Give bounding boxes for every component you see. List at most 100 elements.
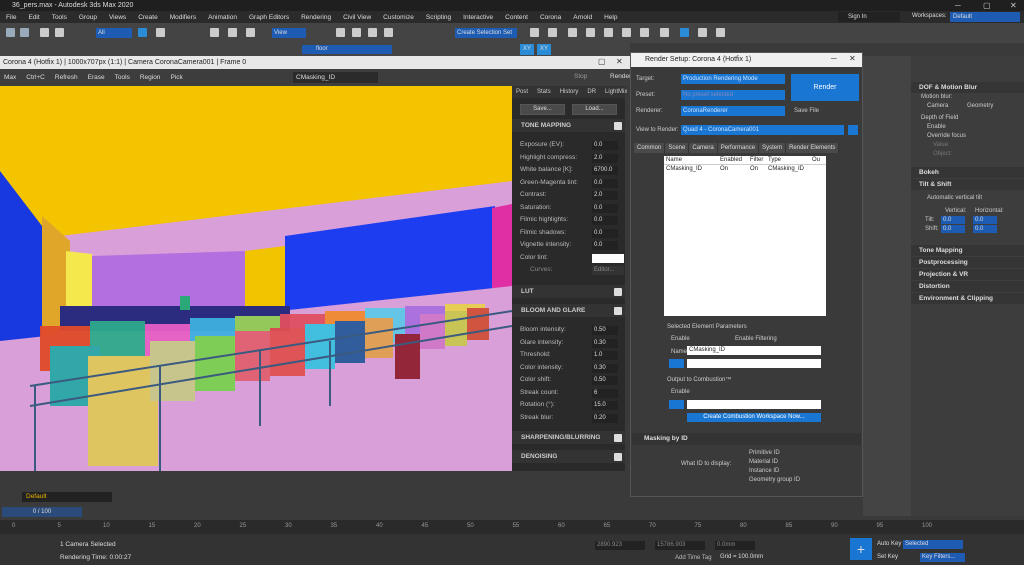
vfb-render-button[interactable]: Render xyxy=(610,73,631,80)
rs-tab-render-elements[interactable]: Render Elements xyxy=(786,143,840,153)
enable-checkbox[interactable]: Enable xyxy=(671,336,690,342)
combustion-path-button[interactable] xyxy=(669,400,684,409)
percent-snap-icon[interactable] xyxy=(368,28,377,37)
set-key-icon[interactable]: + xyxy=(850,538,872,560)
rs-close-icon[interactable]: ✕ xyxy=(849,54,856,63)
param-value-input[interactable]: 15.0 xyxy=(592,401,618,410)
vfb-close-icon[interactable]: ✕ xyxy=(616,57,623,66)
param-value-input[interactable]: 1.0 xyxy=(592,351,618,360)
snaps-icon[interactable] xyxy=(336,28,345,37)
tab-dr[interactable]: DR xyxy=(583,89,600,95)
target-select[interactable]: Production Rendering Mode xyxy=(681,74,785,84)
preset-select[interactable]: No preset selected xyxy=(681,90,785,100)
menu-help[interactable]: Help xyxy=(598,14,623,21)
param-value-input[interactable]: 2.0 xyxy=(592,153,618,163)
align-icon[interactable] xyxy=(548,28,557,37)
param-value-input[interactable]: 0.50 xyxy=(592,326,618,335)
render-button[interactable]: Render xyxy=(791,74,859,101)
combustion-path-input[interactable] xyxy=(687,400,821,409)
curves-editor-button[interactable]: Editor... xyxy=(592,266,624,275)
denoising-header[interactable]: DENOISING xyxy=(512,450,625,463)
param-value-input[interactable]: 0.0 xyxy=(592,216,618,225)
param-value-input[interactable]: 6 xyxy=(592,388,618,398)
move-icon[interactable] xyxy=(210,28,219,37)
param-value-input[interactable]: 0.50 xyxy=(592,376,618,385)
menu-corona[interactable]: Corona xyxy=(534,14,567,21)
select-by-name-icon[interactable] xyxy=(156,28,165,37)
menu-group[interactable]: Group xyxy=(73,14,103,21)
element-path-input[interactable] xyxy=(687,359,821,368)
geometry-checkbox[interactable]: Geometry xyxy=(967,103,993,109)
selection-set-select[interactable]: Create Selection Set xyxy=(455,28,517,38)
material-editor-icon[interactable] xyxy=(640,28,649,37)
section-tone-mapping[interactable]: Tone Mapping xyxy=(911,245,1024,256)
close-icon[interactable]: ✕ xyxy=(1010,0,1017,11)
element-name-input[interactable]: CMasking_ID xyxy=(687,346,821,355)
sharpening-checkbox[interactable] xyxy=(614,434,622,442)
menu-tools[interactable]: Tools xyxy=(46,14,73,21)
override-focus-checkbox[interactable]: Override focus xyxy=(927,133,966,139)
scene-explorer-icon[interactable] xyxy=(568,28,577,37)
vfb-tool-6[interactable]: Pick xyxy=(166,74,186,81)
id-option-radio[interactable]: Geometry group ID xyxy=(749,477,800,483)
xy-constraint-button[interactable]: XY xyxy=(537,44,551,55)
combustion-enable-checkbox[interactable]: Enable xyxy=(671,389,690,395)
unlink-icon[interactable] xyxy=(55,28,64,37)
param-value-input[interactable]: 0.0 xyxy=(592,141,618,150)
id-option-radio[interactable]: Instance ID xyxy=(749,468,779,474)
section-postprocessing[interactable]: Postprocessing xyxy=(911,257,1024,268)
sign-in-button[interactable]: Sign In xyxy=(838,12,900,22)
angle-snap-icon[interactable] xyxy=(352,28,361,37)
lut-checkbox[interactable] xyxy=(614,288,622,296)
z-coordinate[interactable]: 0.0mm xyxy=(715,541,755,550)
enable-filtering-checkbox[interactable]: Enable Filtering xyxy=(735,336,777,342)
auto-tilt-checkbox[interactable]: Automatic vertical tilt xyxy=(927,195,982,201)
tone-mapping-checkbox[interactable] xyxy=(614,122,622,130)
denoising-checkbox[interactable] xyxy=(614,453,622,461)
color-tint-swatch[interactable] xyxy=(592,254,624,263)
render-setup-icon[interactable] xyxy=(660,28,669,37)
id-option-radio[interactable]: Material ID xyxy=(749,459,778,465)
set-key-button[interactable]: Set Key xyxy=(877,554,898,560)
tab-history[interactable]: History xyxy=(556,89,583,95)
mirror-icon[interactable] xyxy=(530,28,539,37)
section-distortion[interactable]: Distortion xyxy=(911,281,1024,292)
list-item[interactable]: CMasking_ID On On CMasking_ID xyxy=(664,165,826,173)
layer-explorer-icon[interactable] xyxy=(586,28,595,37)
workspace-select[interactable]: Default xyxy=(950,12,1020,22)
tab-lightmix[interactable]: LightMix xyxy=(601,89,631,95)
param-value-input[interactable]: 0.0 xyxy=(592,241,618,250)
vfb-tool-1[interactable]: Ctrl+C xyxy=(22,74,49,81)
param-value-input[interactable]: 2.0 xyxy=(592,191,618,200)
shift-vertical-input[interactable]: 0.0 xyxy=(941,225,965,233)
renderer-select[interactable]: CoronaRenderer xyxy=(681,106,785,116)
camera-checkbox[interactable]: Camera xyxy=(927,103,948,109)
create-combustion-button[interactable]: Create Combustion Workspace Now... xyxy=(687,413,821,422)
shift-horizontal-input[interactable]: 0.0 xyxy=(973,225,997,233)
timeline[interactable]: 0 5 10 15 20 25 30 35 40 45 50 55 60 65 70 75 80 85 90 95 10… xyxy=(0,520,1024,534)
scale-icon[interactable] xyxy=(246,28,255,37)
time-slider[interactable]: 0 / 100 xyxy=(2,507,82,517)
param-value-input[interactable]: 0.30 xyxy=(592,338,618,348)
bloom-header[interactable]: BLOOM AND GLARE xyxy=(512,304,625,317)
render-production-icon[interactable] xyxy=(698,28,707,37)
rotate-icon[interactable] xyxy=(228,28,237,37)
dof-enable-checkbox[interactable]: Enable xyxy=(927,124,946,130)
spinner-snap-icon[interactable] xyxy=(384,28,393,37)
vfb-tool-4[interactable]: Tools xyxy=(111,74,134,81)
section-environment-clipping[interactable]: Environment & Clipping xyxy=(911,293,1024,304)
auto-key-button[interactable]: Auto Key xyxy=(877,541,901,547)
param-value-input[interactable]: 6700.0 xyxy=(592,166,618,175)
tilt-vertical-input[interactable]: 0.0 xyxy=(941,216,965,224)
lut-header[interactable]: LUT xyxy=(512,285,625,298)
maximize-icon[interactable]: ▢ xyxy=(983,0,991,11)
load-button[interactable]: Load... xyxy=(572,104,617,115)
param-value-input[interactable]: 0.20 xyxy=(592,413,618,423)
undo-icon[interactable] xyxy=(6,28,15,37)
section-tilt-shift[interactable]: Tilt & Shift xyxy=(911,179,1024,190)
selection-filter-select[interactable]: All xyxy=(96,28,132,38)
section-bokeh[interactable]: Bokeh xyxy=(911,167,1024,178)
rs-minimize-icon[interactable]: ─ xyxy=(831,54,837,63)
tilt-horizontal-input[interactable]: 0.0 xyxy=(973,216,997,224)
lock-view-icon[interactable] xyxy=(848,125,858,135)
